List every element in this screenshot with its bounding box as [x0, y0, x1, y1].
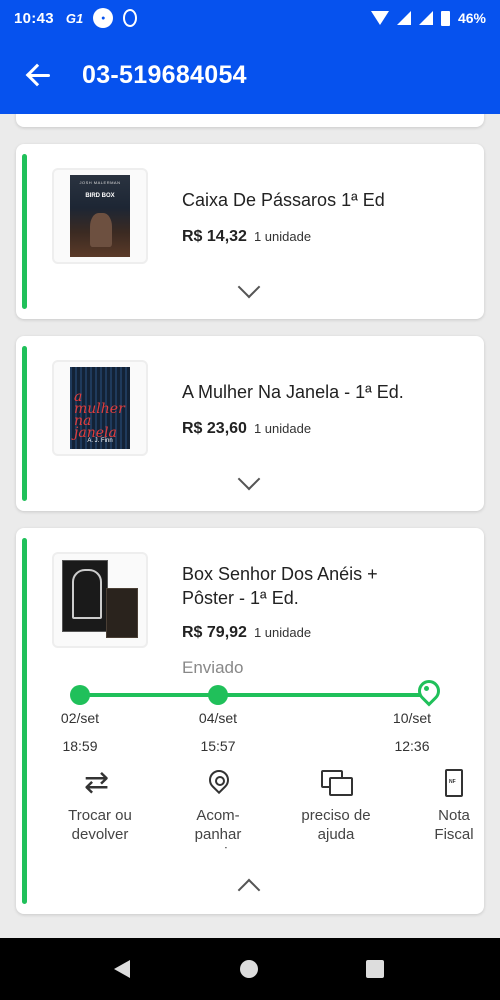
status-bar: 10:43 G1 ● 46%	[0, 0, 500, 36]
chevron-up-icon[interactable]	[238, 874, 258, 894]
nav-recent-apps-icon[interactable]	[366, 960, 384, 978]
timeline-dot	[70, 685, 90, 705]
product-price: R$ 23,60	[182, 420, 247, 437]
back-arrow-icon[interactable]	[24, 59, 56, 91]
swap-icon	[84, 766, 116, 800]
wifi-icon	[370, 11, 389, 25]
status-indicators: 46%	[370, 10, 486, 26]
chevron-down-icon[interactable]	[238, 279, 258, 299]
timeline-time: 15:57	[200, 738, 236, 754]
chevron-down-icon[interactable]	[238, 471, 258, 491]
order-item-card[interactable]: JOSH MALERMAN BIRD BOX Caixa De Pássaros…	[16, 144, 484, 319]
product-quantity: 1 unidade	[253, 625, 312, 640]
track-shipment-button[interactable]: Acom- panhar envio	[166, 766, 270, 850]
location-pin-icon	[416, 680, 436, 708]
order-item-card-expanded[interactable]: Box Senhor Dos Anéis + Pôster - 1ª Ed. R…	[16, 528, 484, 914]
shipping-status: Enviado	[182, 658, 244, 677]
previous-card	[16, 114, 484, 127]
nav-home-icon[interactable]	[240, 960, 258, 978]
product-price: R$ 14,32	[182, 228, 247, 245]
timeline-time: 12:36	[394, 738, 430, 754]
price-row: R$ 14,32 1 unidade	[182, 228, 311, 246]
nav-back-icon[interactable]	[114, 960, 130, 978]
product-thumbnail: JOSH MALERMAN BIRD BOX	[52, 168, 148, 264]
watch-icon	[123, 9, 138, 27]
location-icon	[208, 769, 228, 797]
timeline-time: 18:59	[62, 738, 98, 754]
book-cover-image: JOSH MALERMAN BIRD BOX	[70, 175, 130, 257]
system-nav-bar	[0, 938, 500, 1000]
product-thumbnail	[52, 552, 148, 648]
timeline-date: 02/set	[60, 710, 100, 726]
book-cover-image: a mulher na janela A. J. Finn	[70, 367, 130, 449]
product-price: R$ 79,92	[182, 624, 247, 641]
order-number-title: 03-519684054	[82, 60, 247, 89]
app-bar: 03-519684054	[0, 36, 500, 114]
notification-icon: ●	[93, 8, 114, 28]
product-title: A Mulher Na Janela - 1ª Ed.	[182, 382, 404, 402]
product-quantity: 1 unidade	[253, 229, 312, 244]
signal-icon-2	[418, 11, 433, 25]
status-bar-indicator	[22, 346, 27, 501]
timeline-date: 04/set	[198, 710, 238, 726]
status-bar-indicator	[22, 154, 27, 309]
price-row: R$ 79,92 1 unidade	[182, 624, 311, 642]
product-title: Box Senhor Dos Anéis + Pôster - 1ª Ed.	[182, 564, 378, 608]
signal-icon	[396, 11, 411, 25]
order-item-card[interactable]: a mulher na janela A. J. Finn A Mulher N…	[16, 336, 484, 511]
document-icon: NF	[445, 769, 463, 797]
timeline-line	[80, 693, 426, 697]
clock: 10:43	[14, 9, 54, 27]
timeline-dot	[208, 685, 228, 705]
order-actions: Trocar ou devolver Acom- panhar envio pr…	[16, 766, 484, 850]
return-exchange-button[interactable]: Trocar ou devolver	[48, 766, 152, 844]
timeline-date: 10/set	[392, 710, 432, 726]
battery-level: 46%	[457, 10, 486, 26]
g1-icon: G1	[65, 10, 84, 26]
product-quantity: 1 unidade	[253, 421, 312, 436]
product-thumbnail: a mulher na janela A. J. Finn	[52, 360, 148, 456]
box-set-image	[58, 558, 142, 642]
battery-icon	[440, 10, 450, 26]
order-items-list[interactable]: JOSH MALERMAN BIRD BOX Caixa De Pássaros…	[0, 114, 500, 938]
invoice-button[interactable]: NF Nota Fiscal	[402, 766, 484, 844]
price-row: R$ 23,60 1 unidade	[182, 420, 311, 438]
product-title: Caixa De Pássaros 1ª Ed	[182, 190, 385, 210]
chat-icon	[321, 770, 353, 796]
help-button[interactable]: preciso de ajuda	[284, 766, 388, 844]
